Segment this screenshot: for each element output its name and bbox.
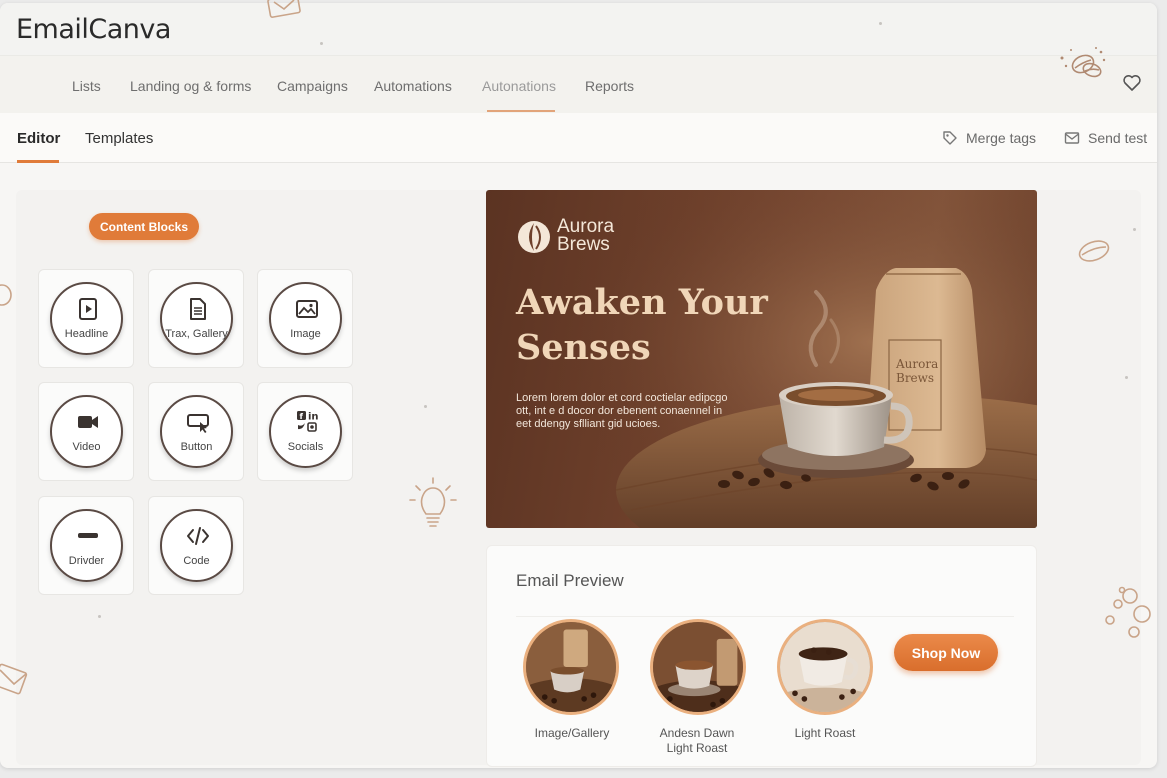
nav-item-reports[interactable]: Reports xyxy=(585,78,634,94)
svg-text:in: in xyxy=(308,412,319,423)
cup-of-beans-image xyxy=(780,622,870,712)
tab-active-indicator xyxy=(17,160,59,163)
block-code-label: Code xyxy=(183,555,210,567)
cursor-button-icon xyxy=(187,414,209,433)
nav-item-landing-pages-forms[interactable]: Landing og & forms xyxy=(130,78,251,94)
svg-text:f: f xyxy=(300,412,304,421)
block-socials[interactable]: f in Socials xyxy=(257,382,353,481)
hero-banner[interactable]: Aurora Brews Aurora Brews Awaken Your Se… xyxy=(486,190,1037,528)
decor-dot xyxy=(98,615,101,618)
title-bar: EmailCanva xyxy=(0,3,1157,55)
decor-dot xyxy=(320,42,323,45)
email-preview-title: Email Preview xyxy=(516,571,624,590)
block-divider[interactable]: Drivder xyxy=(38,496,134,595)
block-divider-circle: Drivder xyxy=(50,509,123,582)
video-camera-icon xyxy=(78,416,98,428)
hero-brand-name: Aurora Brews xyxy=(557,216,615,255)
preview-thumb-image-gallery[interactable] xyxy=(523,619,619,715)
leaf-doodle-icon xyxy=(0,284,12,306)
nav-item-autonations[interactable]: Autonations xyxy=(482,78,556,94)
block-button[interactable]: Button xyxy=(148,382,244,481)
hero-body-text: Lorem lorem dolor et cord coctielar edip… xyxy=(516,392,728,430)
coffee-cup-image xyxy=(653,622,743,712)
lightbulb-doodle-icon xyxy=(409,477,457,527)
block-text-gallery-circle: Trax, Gallery xyxy=(160,282,233,355)
main-nav: Lists Landing og & forms Campaigns Autom… xyxy=(0,47,1157,113)
block-code[interactable]: Code xyxy=(148,496,244,595)
block-button-circle: Button xyxy=(160,395,233,468)
bag-label-line1: Aurora xyxy=(895,357,938,371)
block-video-circle: Video xyxy=(50,395,123,468)
block-image-label: Image xyxy=(290,328,321,340)
coffee-bean-doodle-icon xyxy=(1078,240,1110,262)
content-blocks-badge[interactable]: Content Blocks xyxy=(89,213,199,240)
send-test-button[interactable]: Send test xyxy=(1064,130,1147,146)
block-image-circle: Image xyxy=(269,282,342,355)
preview-label-light-roast: Light Roast xyxy=(794,726,856,740)
aurora-brews-logo-icon xyxy=(518,221,550,253)
merge-tags-button[interactable]: Merge tags xyxy=(942,130,1036,146)
bubbles-doodle-icon xyxy=(1105,586,1151,638)
document-icon xyxy=(190,298,206,320)
block-video[interactable]: Video xyxy=(38,382,134,481)
block-video-label: Video xyxy=(72,441,101,453)
social-icons-icon: f in xyxy=(297,411,319,432)
divider-icon xyxy=(78,533,98,538)
envelope-doodle-icon xyxy=(267,0,301,18)
tab-templates[interactable]: Templates xyxy=(85,130,153,147)
editor-tabs-bar: Editor Templates Merge tags Send test xyxy=(0,113,1157,163)
envelope-icon xyxy=(1064,132,1080,144)
block-image[interactable]: Image xyxy=(257,269,353,368)
block-headline-circle: Headline xyxy=(50,282,123,355)
nav-active-indicator xyxy=(487,110,555,112)
block-socials-label: Socials xyxy=(287,441,324,453)
block-text-gallery-label: Trax, Gallery xyxy=(165,328,228,340)
tag-icon xyxy=(943,131,957,145)
nav-item-lists[interactable]: Lists xyxy=(72,78,101,94)
block-button-label: Button xyxy=(180,441,213,453)
play-doc-icon xyxy=(79,298,97,320)
envelope-doodle-icon-left xyxy=(0,663,28,695)
block-headline-label: Headline xyxy=(64,328,109,340)
preview-thumb-andesn-dawn[interactable] xyxy=(650,619,746,715)
tab-editor[interactable]: Editor xyxy=(17,130,60,147)
heart-icon[interactable] xyxy=(1122,73,1142,93)
block-divider-label: Drivder xyxy=(68,555,105,567)
nav-item-campaigns[interactable]: Campaigns xyxy=(277,78,348,94)
app-title: EmailCanva xyxy=(16,13,171,45)
coffee-bag-cup-image xyxy=(526,622,616,712)
hero-headline: Awaken Your Senses xyxy=(516,282,768,368)
decor-dot xyxy=(879,22,882,25)
decor-dot xyxy=(1133,228,1136,231)
preview-thumb-light-roast[interactable] xyxy=(777,619,873,715)
code-icon xyxy=(187,527,209,545)
bag-label-line2: Brews xyxy=(896,371,934,385)
preview-label-image-gallery: Image/Gallery xyxy=(534,726,610,740)
preview-label-andesn-dawn: Andesn Dawn Light Roast xyxy=(659,726,735,755)
merge-tags-label: Merge tags xyxy=(966,130,1037,146)
send-test-label: Send test xyxy=(1088,130,1148,146)
shop-now-button[interactable]: Shop Now xyxy=(894,634,998,671)
block-text-gallery[interactable]: Trax, Gallery xyxy=(148,269,244,368)
block-socials-circle: f in Socials xyxy=(269,395,342,468)
coffee-beans-decoration-icon xyxy=(1060,47,1106,78)
block-headline[interactable]: Headline xyxy=(38,269,134,368)
block-code-circle: Code xyxy=(160,509,233,582)
decor-dot xyxy=(1125,376,1128,379)
image-icon xyxy=(296,300,318,318)
nav-item-automations[interactable]: Automations xyxy=(374,78,452,94)
decor-dot xyxy=(424,405,427,408)
